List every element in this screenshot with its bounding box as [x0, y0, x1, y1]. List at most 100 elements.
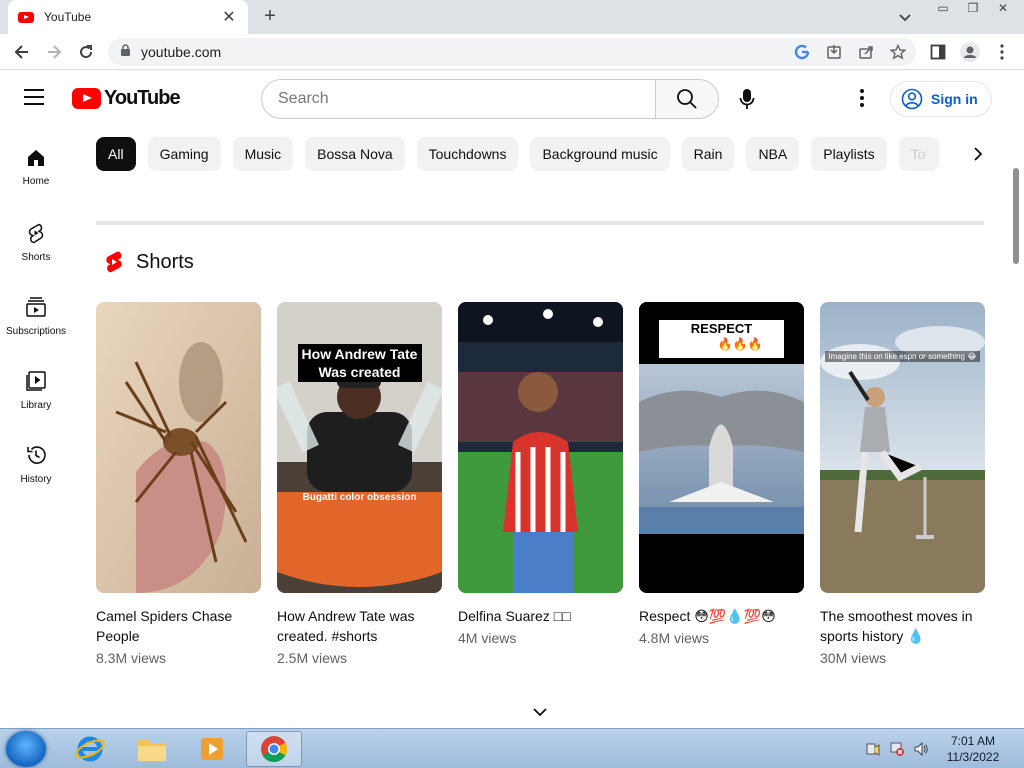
- page-scrollbar[interactable]: [1013, 168, 1019, 264]
- side-panel-icon[interactable]: [926, 40, 950, 64]
- action-center-icon[interactable]: [864, 740, 882, 758]
- folder-icon: [138, 740, 166, 761]
- forward-button[interactable]: [42, 40, 66, 64]
- short-thumbnail[interactable]: [96, 302, 261, 593]
- sign-in-button[interactable]: Sign in: [890, 81, 992, 117]
- home-icon: [28, 150, 44, 166]
- chip-rain[interactable]: Rain: [681, 137, 735, 171]
- search-input[interactable]: Search: [261, 79, 656, 119]
- short-title[interactable]: Respect 😳💯💧💯😳: [639, 606, 804, 626]
- lock-icon[interactable]: [120, 44, 131, 60]
- install-icon[interactable]: [824, 42, 844, 62]
- youtube-logo[interactable]: YouTube: [72, 87, 181, 110]
- bookmark-star-icon[interactable]: [888, 42, 908, 62]
- address-bar[interactable]: youtube.com: [108, 38, 916, 66]
- restore-button[interactable]: ❐: [958, 0, 988, 18]
- short-card[interactable]: Imagine this on like espn or something 😂…: [820, 302, 985, 666]
- short-card[interactable]: Camel Spiders Chase People 8.3M views: [96, 302, 261, 666]
- guide-item-home[interactable]: Home: [0, 136, 72, 210]
- google-icon[interactable]: [792, 42, 812, 62]
- short-card[interactable]: RESPECT 😱😱😱🔥🔥🔥 Respect 😳💯💧💯😳 4.8M views: [639, 302, 804, 666]
- short-views: 8.3M views: [96, 650, 167, 666]
- chip-touchdowns[interactable]: Touchdowns: [416, 137, 519, 171]
- chrome-menu-icon[interactable]: [990, 40, 1014, 64]
- short-views: 2.5M views: [277, 650, 348, 666]
- chrome-taskbar-button[interactable]: [246, 731, 302, 767]
- clock-date: 11/3/2022: [946, 750, 1000, 764]
- show-more-chevron-icon[interactable]: [528, 700, 552, 724]
- file-explorer-taskbar-button[interactable]: [124, 731, 180, 767]
- guide-item-shorts[interactable]: Shorts: [0, 210, 72, 284]
- library-icon: [26, 371, 46, 391]
- clock-time: 7:01 AM: [950, 734, 996, 748]
- chip-partial[interactable]: To: [898, 137, 939, 171]
- short-title[interactable]: How Andrew Tate was created. #shorts: [277, 606, 442, 646]
- settings-more-icon[interactable]: [850, 86, 874, 110]
- guide-label: Library: [20, 400, 52, 411]
- media-player-taskbar-button[interactable]: [184, 731, 240, 767]
- tab-search-icon[interactable]: [896, 8, 914, 26]
- chip-nba[interactable]: NBA: [746, 137, 800, 171]
- browser-toolbar: youtube.com: [0, 34, 1024, 70]
- youtube-header: YouTube Search Sign in: [0, 70, 1024, 128]
- short-title[interactable]: Camel Spiders Chase People: [96, 606, 261, 646]
- guide-item-history[interactable]: History: [0, 432, 72, 506]
- chrome-icon: [261, 736, 288, 763]
- subscriptions-icon: [26, 297, 46, 317]
- tab-close-icon[interactable]: ✕: [220, 7, 238, 27]
- filter-chip-bar: All Gaming Music Bossa Nova Touchdowns B…: [96, 137, 960, 171]
- chip-background-music[interactable]: Background music: [530, 137, 670, 171]
- short-views: 4M views: [458, 630, 517, 646]
- media-player-icon: [201, 738, 223, 760]
- section-divider: [96, 221, 984, 225]
- browser-tab[interactable]: YouTube ✕: [8, 0, 248, 34]
- guide-item-library[interactable]: Library: [0, 358, 72, 432]
- minimize-button[interactable]: ▭: [928, 0, 958, 18]
- chip-music[interactable]: Music: [232, 137, 294, 171]
- chip-bossa-nova[interactable]: Bossa Nova: [305, 137, 405, 171]
- short-title[interactable]: The smoothest moves in sports history 💧: [820, 606, 985, 646]
- new-tab-button[interactable]: +: [258, 4, 282, 28]
- short-card[interactable]: How Andrew Tate Was created Bugatti colo…: [277, 302, 442, 666]
- thumbnail-overlay-text: How Andrew Tate Was created: [297, 344, 422, 382]
- thumbnail-overlay-text: RESPECT: [690, 321, 753, 336]
- short-views: 4.8M views: [639, 630, 710, 646]
- url-text: youtube.com: [141, 44, 222, 60]
- network-warning-icon[interactable]: [888, 740, 906, 758]
- reload-button[interactable]: [74, 40, 98, 64]
- short-thumbnail[interactable]: RESPECT 😱😱😱🔥🔥🔥: [639, 302, 804, 593]
- internet-explorer-taskbar-button[interactable]: [62, 731, 118, 767]
- chip-next-arrow-icon[interactable]: [966, 142, 990, 166]
- start-button[interactable]: [6, 731, 46, 767]
- chip-all[interactable]: All: [96, 137, 136, 171]
- profile-icon[interactable]: [958, 40, 982, 64]
- close-window-button[interactable]: ✕: [988, 0, 1018, 18]
- chip-playlists[interactable]: Playlists: [811, 137, 887, 171]
- share-icon[interactable]: [856, 42, 876, 62]
- shorts-icon: [28, 223, 44, 244]
- search-button[interactable]: [655, 79, 719, 119]
- short-thumbnail[interactable]: How Andrew Tate Was created Bugatti colo…: [277, 302, 442, 593]
- internet-explorer-icon: [75, 736, 105, 762]
- short-card[interactable]: Delfina Suarez □□ 4M views: [458, 302, 623, 666]
- short-title[interactable]: Delfina Suarez □□: [458, 606, 623, 626]
- chip-gaming[interactable]: Gaming: [147, 137, 221, 171]
- short-views: 30M views: [820, 650, 887, 666]
- window-controls: ▭ ❐ ✕: [928, 0, 1018, 18]
- youtube-play-icon: [72, 88, 101, 109]
- guide-menu-icon[interactable]: [24, 89, 48, 109]
- taskbar-clock[interactable]: 7:01 AM 11/3/2022: [940, 733, 1006, 765]
- sign-in-label: Sign in: [931, 91, 978, 107]
- back-button[interactable]: [10, 40, 34, 64]
- forward-arrow-icon: [48, 45, 62, 59]
- left-guide: Home Shorts Subscriptions Library Histor…: [0, 136, 72, 506]
- voice-search-button[interactable]: [728, 80, 766, 118]
- history-icon: [27, 446, 46, 464]
- guide-item-subscriptions[interactable]: Subscriptions: [0, 284, 72, 358]
- short-thumbnail[interactable]: [458, 302, 623, 593]
- guide-label: Home: [22, 176, 50, 187]
- volume-icon[interactable]: [912, 740, 930, 758]
- shorts-logo-icon: [106, 251, 122, 273]
- reload-icon: [80, 45, 93, 59]
- short-thumbnail[interactable]: Imagine this on like espn or something 😂: [820, 302, 985, 593]
